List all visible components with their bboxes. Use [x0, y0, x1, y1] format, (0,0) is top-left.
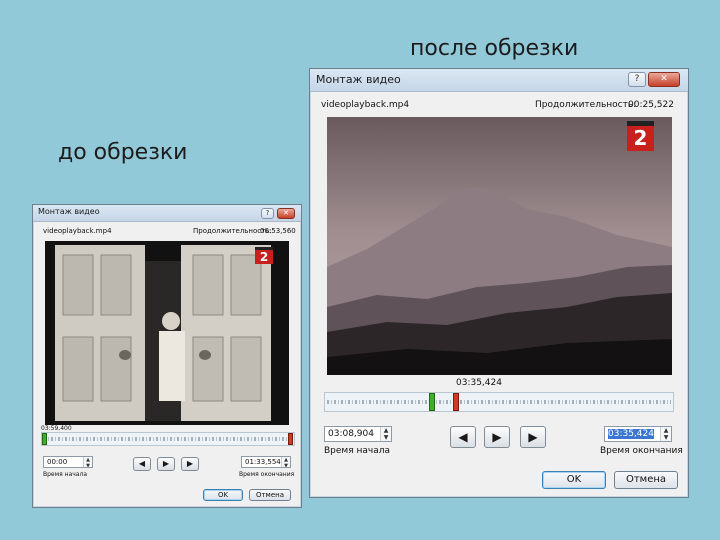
- close-button[interactable]: ✕: [277, 208, 295, 219]
- play-icon: ▶: [492, 430, 502, 444]
- spin-up-icon[interactable]: ▲: [661, 427, 671, 434]
- slide-caption-after: после обрезки: [410, 36, 579, 61]
- next-frame-icon: ▶: [528, 430, 538, 444]
- start-time-field[interactable]: 03:08,904 ▲ ▼: [324, 426, 392, 442]
- ok-button[interactable]: OK: [203, 489, 243, 501]
- duration-value: 00:25,522: [628, 100, 674, 110]
- previous-frame-button[interactable]: ◀: [450, 426, 476, 448]
- end-time-spinner[interactable]: ▲ ▼: [281, 457, 290, 467]
- video-preview: 2: [45, 241, 289, 425]
- start-trim-handle[interactable]: [42, 433, 47, 445]
- start-time-label: Время начала: [324, 446, 390, 456]
- cancel-button[interactable]: Отмена: [249, 489, 291, 501]
- play-button[interactable]: ▶: [157, 457, 175, 471]
- end-trim-handle[interactable]: [288, 433, 293, 445]
- slide-caption-before: до обрезки: [58, 140, 188, 165]
- ok-button[interactable]: OK: [542, 471, 606, 489]
- end-trim-handle[interactable]: [453, 393, 459, 411]
- next-frame-button[interactable]: ▶: [181, 457, 199, 471]
- previous-frame-icon: ◀: [138, 459, 146, 468]
- cancel-button[interactable]: Отмена: [614, 471, 678, 489]
- next-frame-button[interactable]: ▶: [520, 426, 546, 448]
- start-time-field[interactable]: 00:00 ▲ ▼: [43, 456, 93, 468]
- help-button[interactable]: ?: [261, 208, 274, 219]
- trim-timeline[interactable]: [324, 392, 674, 412]
- dialog-titlebar: Монтаж видео ? ✕: [33, 205, 301, 222]
- end-time-spinner[interactable]: ▲ ▼: [660, 427, 671, 441]
- channel-logo: 2: [627, 121, 654, 151]
- end-time-label: Время окончания: [600, 446, 683, 456]
- previous-frame-icon: ◀: [458, 430, 468, 444]
- dialog-title: Монтаж видео: [38, 207, 100, 216]
- end-time-field[interactable]: 01:33,554 ▲ ▼: [241, 456, 291, 468]
- dialog-titlebar: Монтаж видео ? ✕: [310, 69, 688, 92]
- spin-down-icon[interactable]: ▼: [661, 434, 671, 441]
- previous-frame-button[interactable]: ◀: [133, 457, 151, 471]
- play-icon: ▶: [162, 459, 170, 468]
- trim-video-dialog-before: Монтаж видео ? ✕ videoplayback.mp4 Продо…: [32, 204, 302, 508]
- spin-up-icon[interactable]: ▲: [381, 427, 391, 434]
- spin-down-icon[interactable]: ▼: [84, 463, 92, 467]
- trim-timeline[interactable]: [41, 432, 295, 446]
- end-time-field[interactable]: 03:35,424 ▲ ▼: [604, 426, 672, 442]
- spin-down-icon[interactable]: ▼: [381, 434, 391, 441]
- timeline-time: 03:59,400: [41, 425, 72, 432]
- duration-value: 00:53,560: [260, 227, 296, 235]
- file-name: videoplayback.mp4: [43, 227, 112, 235]
- start-time-label: Время начала: [43, 471, 87, 478]
- trim-video-dialog-after: Монтаж видео ? ✕ videoplayback.mp4 Продо…: [309, 68, 689, 498]
- play-button[interactable]: ▶: [484, 426, 510, 448]
- dialog-title: Монтаж видео: [316, 73, 401, 86]
- end-time-label: Время окончания: [239, 471, 295, 478]
- spin-down-icon[interactable]: ▼: [282, 463, 290, 467]
- file-name: videoplayback.mp4: [321, 100, 410, 110]
- duration-label: Продолжительность:: [535, 100, 637, 110]
- channel-logo: 2: [255, 247, 273, 264]
- help-button[interactable]: ?: [628, 72, 646, 87]
- close-button[interactable]: ✕: [648, 72, 680, 87]
- start-trim-handle[interactable]: [429, 393, 435, 411]
- video-frame-image: [327, 117, 672, 375]
- next-frame-icon: ▶: [186, 459, 194, 468]
- timeline-time: 03:35,424: [456, 378, 502, 388]
- start-time-spinner[interactable]: ▲ ▼: [380, 427, 391, 441]
- video-preview: 2: [327, 117, 672, 375]
- start-time-spinner[interactable]: ▲ ▼: [83, 457, 92, 467]
- video-frame-image: [45, 241, 289, 425]
